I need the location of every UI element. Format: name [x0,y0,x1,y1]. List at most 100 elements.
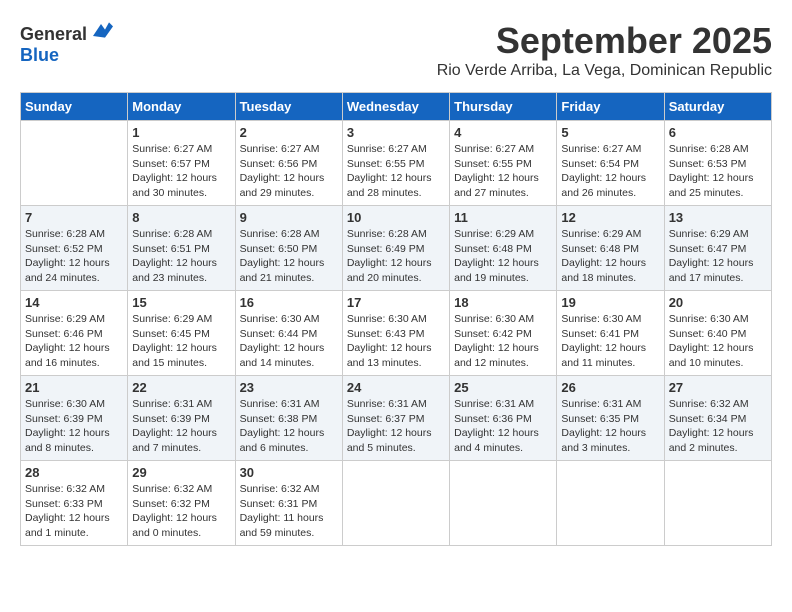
calendar-cell: 3 Sunrise: 6:27 AMSunset: 6:55 PMDaylight… [342,121,449,206]
day-info: Sunrise: 6:28 AMSunset: 6:50 PMDaylight:… [240,227,338,286]
day-number: 14 [25,295,123,310]
logo-blue: Blue [20,45,59,65]
header-wednesday: Wednesday [342,93,449,121]
day-info: Sunrise: 6:29 AMSunset: 6:47 PMDaylight:… [669,227,767,286]
calendar-cell: 20Sunrise: 6:30 AMSunset: 6:40 PMDayligh… [664,291,771,376]
week-row-2: 14 Sunrise: 6:29 AMSunset: 6:46 PMDayligh… [21,291,772,376]
header-sunday: Sunday [21,93,128,121]
day-info: Sunrise: 6:28 AMSunset: 6:49 PMDaylight:… [347,227,445,286]
calendar-cell: 16 Sunrise: 6:30 AMSunset: 6:44 PMDayligh… [235,291,342,376]
logo-text: General Blue [20,20,113,66]
calendar-cell: 18 Sunrise: 6:30 AMSunset: 6:42 PMDayligh… [450,291,557,376]
header-tuesday: Tuesday [235,93,342,121]
day-number: 29 [132,465,230,480]
day-info: Sunrise: 6:30 AMSunset: 6:44 PMDaylight:… [240,312,338,371]
day-info: Sunrise: 6:30 AMSunset: 6:42 PMDaylight:… [454,312,552,371]
day-info: Sunrise: 6:29 AMSunset: 6:48 PMDaylight:… [454,227,552,286]
day-number: 2 [240,125,338,140]
logo-general: General [20,24,87,44]
week-row-1: 7 Sunrise: 6:28 AMSunset: 6:52 PMDaylight… [21,206,772,291]
header-monday: Monday [128,93,235,121]
day-info: Sunrise: 6:29 AMSunset: 6:46 PMDaylight:… [25,312,123,371]
day-number: 6 [669,125,767,140]
day-number: 30 [240,465,338,480]
day-number: 5 [561,125,659,140]
day-number: 12 [561,210,659,225]
calendar-cell: 19 Sunrise: 6:30 AMSunset: 6:41 PMDayligh… [557,291,664,376]
calendar-cell: 23Sunrise: 6:31 AMSunset: 6:38 PMDayligh… [235,376,342,461]
week-row-4: 28Sunrise: 6:32 AMSunset: 6:33 PMDayligh… [21,461,772,546]
day-number: 23 [240,380,338,395]
day-number: 26 [561,380,659,395]
day-number: 13 [669,210,767,225]
day-number: 8 [132,210,230,225]
day-number: 17 [347,295,445,310]
header-friday: Friday [557,93,664,121]
day-number: 3 [347,125,445,140]
day-number: 11 [454,210,552,225]
day-number: 18 [454,295,552,310]
day-number: 20 [669,295,767,310]
day-number: 9 [240,210,338,225]
day-info: Sunrise: 6:30 AMSunset: 6:41 PMDaylight:… [561,312,659,371]
calendar-cell: 2 Sunrise: 6:27 AMSunset: 6:56 PMDaylight… [235,121,342,206]
day-number: 4 [454,125,552,140]
page-container: General Blue September 2025 Rio Verde Ar… [20,20,772,546]
calendar-cell [21,121,128,206]
calendar-table: Sunday Monday Tuesday Wednesday Thursday… [20,92,772,546]
day-info: Sunrise: 6:32 AMSunset: 6:34 PMDaylight:… [669,397,767,456]
day-number: 24 [347,380,445,395]
day-info: Sunrise: 6:27 AMSunset: 6:57 PMDaylight:… [132,142,230,201]
week-row-0: 1 Sunrise: 6:27 AMSunset: 6:57 PMDaylight… [21,121,772,206]
day-number: 28 [25,465,123,480]
header-saturday: Saturday [664,93,771,121]
calendar-cell: 25 Sunrise: 6:31 AMSunset: 6:36 PMDayligh… [450,376,557,461]
calendar-cell: 8 Sunrise: 6:28 AMSunset: 6:51 PMDaylight… [128,206,235,291]
calendar-cell: 24Sunrise: 6:31 AMSunset: 6:37 PMDayligh… [342,376,449,461]
calendar-cell: 30 Sunrise: 6:32 AMSunset: 6:31 PMDayligh… [235,461,342,546]
month-title: September 2025 [437,20,772,62]
calendar-cell: 15Sunrise: 6:29 AMSunset: 6:45 PMDayligh… [128,291,235,376]
day-info: Sunrise: 6:28 AMSunset: 6:52 PMDaylight:… [25,227,123,286]
day-number: 15 [132,295,230,310]
day-info: Sunrise: 6:32 AMSunset: 6:31 PMDaylight:… [240,482,338,541]
calendar-cell: 28Sunrise: 6:32 AMSunset: 6:33 PMDayligh… [21,461,128,546]
day-info: Sunrise: 6:27 AMSunset: 6:54 PMDaylight:… [561,142,659,201]
calendar-cell: 5 Sunrise: 6:27 AMSunset: 6:54 PMDaylight… [557,121,664,206]
calendar-cell [342,461,449,546]
calendar-cell: 17Sunrise: 6:30 AMSunset: 6:43 PMDayligh… [342,291,449,376]
logo-bird-icon [89,20,113,40]
day-info: Sunrise: 6:27 AMSunset: 6:56 PMDaylight:… [240,142,338,201]
day-number: 19 [561,295,659,310]
calendar-cell: 6 Sunrise: 6:28 AMSunset: 6:53 PMDaylight… [664,121,771,206]
calendar-cell [557,461,664,546]
day-number: 1 [132,125,230,140]
calendar-cell: 27 Sunrise: 6:32 AMSunset: 6:34 PMDayligh… [664,376,771,461]
day-info: Sunrise: 6:30 AMSunset: 6:39 PMDaylight:… [25,397,123,456]
calendar-cell: 13 Sunrise: 6:29 AMSunset: 6:47 PMDayligh… [664,206,771,291]
day-info: Sunrise: 6:31 AMSunset: 6:35 PMDaylight:… [561,397,659,456]
day-info: Sunrise: 6:27 AMSunset: 6:55 PMDaylight:… [347,142,445,201]
calendar-cell [664,461,771,546]
header-thursday: Thursday [450,93,557,121]
day-number: 16 [240,295,338,310]
day-info: Sunrise: 6:31 AMSunset: 6:39 PMDaylight:… [132,397,230,456]
day-number: 25 [454,380,552,395]
day-info: Sunrise: 6:28 AMSunset: 6:53 PMDaylight:… [669,142,767,201]
calendar-cell: 12Sunrise: 6:29 AMSunset: 6:48 PMDayligh… [557,206,664,291]
day-number: 22 [132,380,230,395]
day-number: 21 [25,380,123,395]
header: General Blue September 2025 Rio Verde Ar… [20,20,772,88]
calendar-cell: 11 Sunrise: 6:29 AMSunset: 6:48 PMDayligh… [450,206,557,291]
day-info: Sunrise: 6:28 AMSunset: 6:51 PMDaylight:… [132,227,230,286]
calendar-cell [450,461,557,546]
calendar-cell: 9 Sunrise: 6:28 AMSunset: 6:50 PMDaylight… [235,206,342,291]
day-info: Sunrise: 6:31 AMSunset: 6:36 PMDaylight:… [454,397,552,456]
logo: General Blue [20,20,113,66]
calendar-cell: 7 Sunrise: 6:28 AMSunset: 6:52 PMDaylight… [21,206,128,291]
day-number: 27 [669,380,767,395]
calendar-cell: 21 Sunrise: 6:30 AMSunset: 6:39 PMDayligh… [21,376,128,461]
day-info: Sunrise: 6:32 AMSunset: 6:32 PMDaylight:… [132,482,230,541]
day-number: 7 [25,210,123,225]
day-info: Sunrise: 6:27 AMSunset: 6:55 PMDaylight:… [454,142,552,201]
